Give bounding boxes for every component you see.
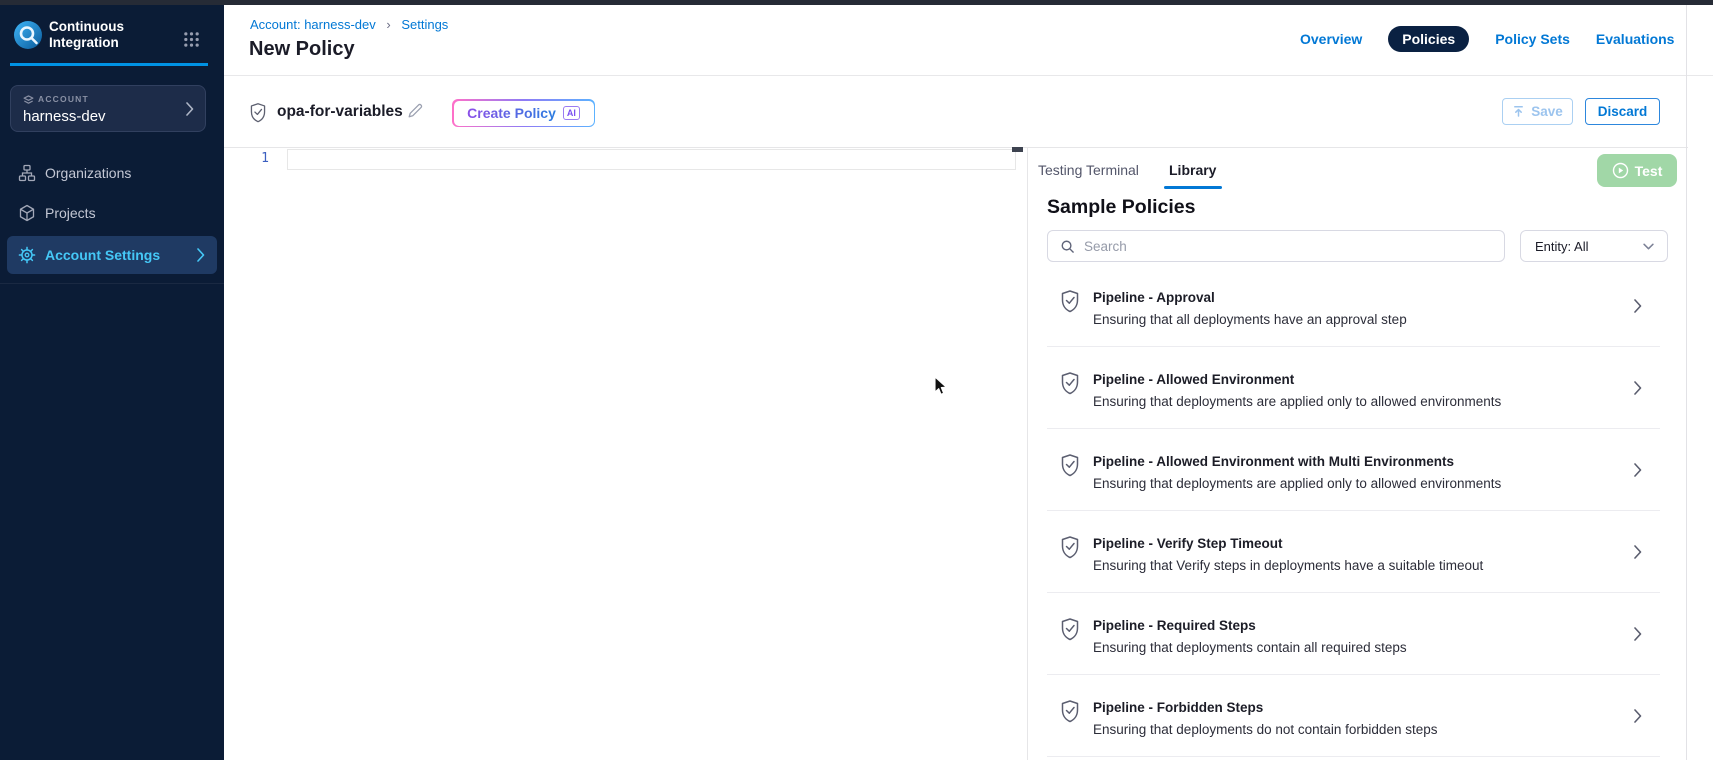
chevron-right-icon (1634, 463, 1642, 477)
sidebar-item-label: Account Settings (45, 247, 160, 263)
test-label: Test (1635, 163, 1663, 179)
sidebar-divider (0, 283, 224, 284)
policy-title: Pipeline - Allowed Environment (1093, 372, 1294, 387)
brand-accent-line (10, 63, 208, 66)
mouse-cursor (931, 376, 950, 397)
search-input[interactable] (1084, 239, 1504, 254)
create-policy-inner: Create Policy AI (454, 101, 594, 126)
sidebar: Continuous Integration ACCOUNT harness-d… (0, 5, 224, 760)
policy-description: Ensuring that Verify steps in deployment… (1093, 558, 1483, 573)
chevron-right-icon (1634, 545, 1642, 559)
tab-evaluations[interactable]: Evaluations (1596, 31, 1675, 47)
cube-icon (18, 204, 36, 222)
search-box (1047, 230, 1505, 262)
layers-icon (23, 95, 34, 105)
page-right-edge (1686, 5, 1687, 760)
list-item-pipeline-forbidden-steps[interactable]: Pipeline - Forbidden Steps Ensuring that… (1047, 675, 1660, 757)
policy-shield-icon (249, 102, 267, 123)
sidebar-item-account-settings[interactable]: Account Settings (7, 236, 217, 274)
tab-testing-terminal[interactable]: Testing Terminal (1038, 162, 1139, 178)
entity-filter-value: Entity: All (1535, 239, 1588, 254)
policy-description: Ensuring that all deployments have an ap… (1093, 312, 1407, 327)
tab-overview[interactable]: Overview (1300, 31, 1362, 47)
list-item-pipeline-allowed-environment-multi[interactable]: Pipeline - Allowed Environment with Mult… (1047, 429, 1660, 511)
sample-policy-list: Pipeline - Approval Ensuring that all de… (1047, 265, 1660, 757)
tab-policy-sets[interactable]: Policy Sets (1495, 31, 1570, 47)
policy-description: Ensuring that deployments do not contain… (1093, 722, 1437, 737)
account-selector[interactable]: ACCOUNT harness-dev (10, 85, 206, 132)
discard-button[interactable]: Discard (1585, 98, 1660, 125)
shield-check-icon (1060, 535, 1080, 559)
save-label: Save (1531, 104, 1563, 119)
shield-check-icon (1060, 289, 1080, 313)
policy-title: Pipeline - Verify Step Timeout (1093, 536, 1283, 551)
entity-filter-dropdown[interactable]: Entity: All (1520, 230, 1668, 262)
search-icon (1060, 239, 1075, 254)
module-grid-icon[interactable] (183, 31, 200, 48)
shield-check-icon (1060, 617, 1080, 641)
policy-name: opa-for-variables (277, 103, 403, 121)
tab-policies[interactable]: Policies (1388, 26, 1469, 52)
breadcrumb-account-link[interactable]: Account: harness-dev (250, 17, 376, 32)
breadcrumb-separator: › (386, 17, 390, 32)
chevron-right-icon (1634, 627, 1642, 641)
list-item-pipeline-required-steps[interactable]: Pipeline - Required Steps Ensuring that … (1047, 593, 1660, 675)
chevron-right-icon (1634, 709, 1642, 723)
list-item-pipeline-verify-step-timeout[interactable]: Pipeline - Verify Step Timeout Ensuring … (1047, 511, 1660, 593)
save-button[interactable]: Save (1502, 98, 1573, 125)
shield-check-icon (1060, 699, 1080, 723)
sidebar-item-label: Projects (45, 205, 96, 221)
shield-check-icon (1060, 371, 1080, 395)
sample-policies-heading: Sample Policies (1047, 196, 1196, 219)
account-name: harness-dev (23, 108, 106, 125)
list-item-pipeline-approval[interactable]: Pipeline - Approval Ensuring that all de… (1047, 265, 1660, 347)
upload-icon (1512, 105, 1525, 118)
chevron-down-icon (1643, 243, 1654, 250)
app-window: Continuous Integration ACCOUNT harness-d… (0, 0, 1713, 760)
header-tabs: Overview Policies Policy Sets Evaluation… (1300, 26, 1674, 52)
harness-ci-logo-icon[interactable] (13, 20, 43, 50)
policy-title: Pipeline - Approval (1093, 290, 1215, 305)
list-item-pipeline-allowed-environment[interactable]: Pipeline - Allowed Environment Ensuring … (1047, 347, 1660, 429)
editor-current-line[interactable] (287, 149, 1016, 170)
breadcrumb-settings-link[interactable]: Settings (401, 17, 448, 32)
account-label: ACCOUNT (38, 94, 89, 104)
org-chart-icon (18, 164, 36, 182)
policy-title: Pipeline - Forbidden Steps (1093, 700, 1263, 715)
content-top-divider (224, 147, 1688, 148)
sidebar-item-organizations[interactable]: Organizations (0, 155, 224, 191)
editor-line-number: 1 (255, 151, 269, 166)
policy-title: Pipeline - Required Steps (1093, 618, 1256, 633)
policy-description: Ensuring that deployments are applied on… (1093, 476, 1501, 491)
chevron-right-icon (1634, 381, 1642, 395)
chevron-right-icon (197, 248, 205, 262)
shield-check-icon (1060, 453, 1080, 477)
product-name: Continuous Integration (49, 19, 169, 51)
sidebar-item-projects[interactable]: Projects (0, 195, 224, 231)
policy-title: Pipeline - Allowed Environment with Mult… (1093, 454, 1454, 469)
sidebar-item-label: Organizations (45, 165, 131, 181)
ai-badge: AI (563, 106, 580, 120)
breadcrumb: Account: harness-dev › Settings (250, 17, 448, 32)
gear-icon (18, 246, 36, 264)
edit-pencil-icon[interactable] (407, 102, 424, 119)
panel-vertical-divider (1027, 147, 1028, 760)
chevron-right-icon (1634, 299, 1642, 313)
create-policy-button[interactable]: Create Policy AI (452, 99, 595, 127)
create-policy-label: Create Policy (467, 105, 556, 121)
chevron-right-icon (186, 102, 194, 116)
editor-minimap[interactable] (1012, 147, 1023, 152)
header-divider (224, 75, 1713, 76)
discard-label: Discard (1598, 104, 1648, 119)
tab-library-underline (1164, 186, 1222, 189)
policy-description: Ensuring that deployments are applied on… (1093, 394, 1501, 409)
window-top-strip (0, 0, 1713, 5)
tab-library[interactable]: Library (1169, 162, 1216, 178)
policy-description: Ensuring that deployments contain all re… (1093, 640, 1407, 655)
page-title: New Policy (249, 38, 355, 61)
test-button[interactable]: Test (1597, 154, 1677, 187)
play-circle-icon (1612, 162, 1629, 179)
